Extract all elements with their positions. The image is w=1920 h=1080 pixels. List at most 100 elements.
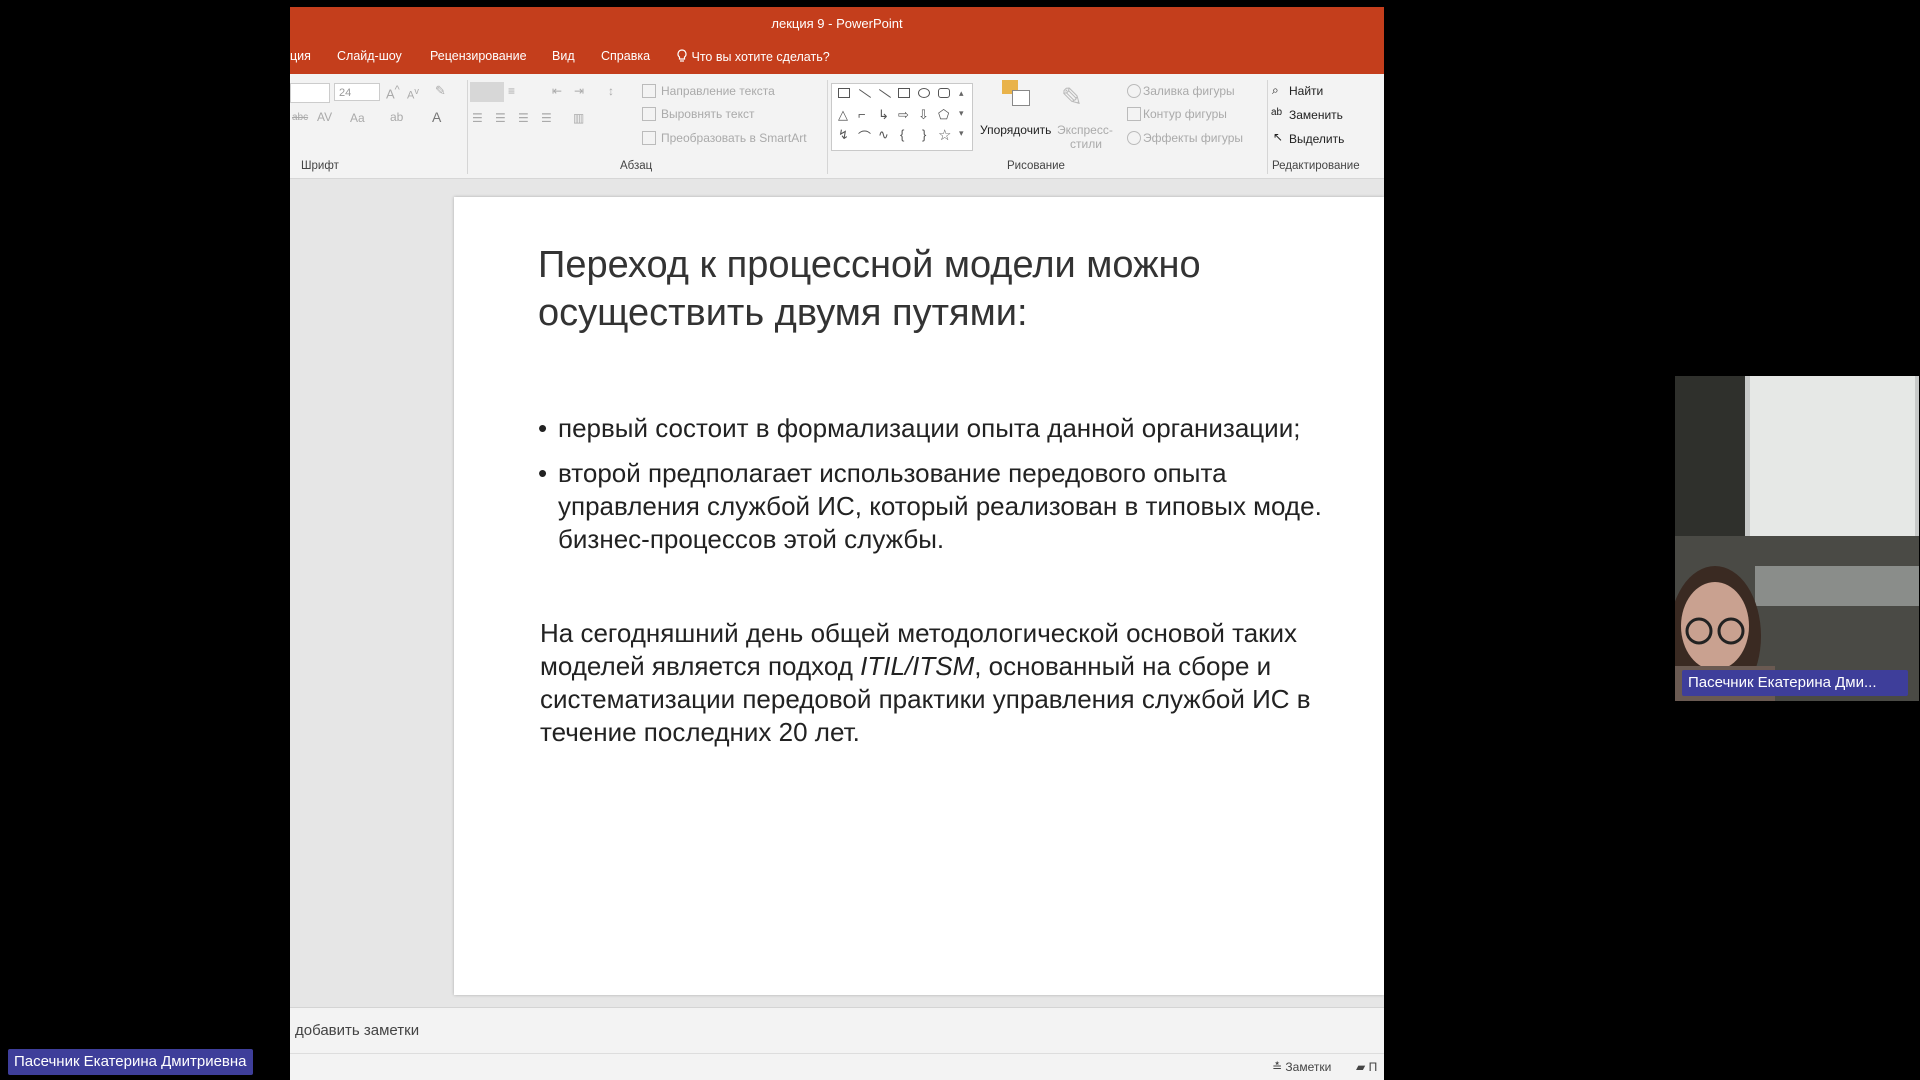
increase-indent-icon[interactable]: ⇥ [574,84,584,98]
arc-shape-icon[interactable]: ⌒ [858,127,871,146]
arrange-button[interactable]: Упорядочить [980,123,1051,137]
slide-title-line: Переход к процессной модели можно [538,244,1201,286]
textbox-shape-icon[interactable] [838,88,850,98]
tell-me-box[interactable]: Что вы хотите сделать? [676,49,830,64]
notes-toggle-button[interactable]: ≛ Заметки [1272,1060,1331,1074]
document-name: лекция 9 [771,16,825,31]
paragraph-line: моделей является подход ITIL/ITSM, основ… [540,651,1272,681]
justify-icon[interactable]: ☰ [541,111,552,125]
status-bar: ≛ Заметки ▰ П [290,1053,1384,1080]
replace-button[interactable]: Заменить [1289,108,1343,122]
tab-review[interactable]: Рецензирование [430,49,527,63]
bullet-text: бизнес-процессов этой службы. [558,524,945,554]
change-case-icon[interactable]: Aa [350,111,365,125]
convert-smartart-button[interactable]: Преобразовать в SmartArt [661,131,807,145]
participant-name-label: Пасечник Екатерина Дми... [1682,670,1908,696]
rectangle-shape-icon[interactable] [898,88,910,98]
text-direction-button[interactable]: Направление текста [661,84,775,98]
numbering-icon[interactable]: ≡ [508,84,515,98]
clear-format-icon[interactable]: ✎ [435,83,446,99]
tab-view[interactable]: Вид [552,49,575,63]
curve-shape-icon[interactable]: ∿ [878,127,889,143]
comments-toggle-button[interactable]: ▰ П [1356,1060,1377,1074]
shape-outline-button[interactable]: Контур фигуры [1143,107,1227,121]
notes-toggle-label: Заметки [1285,1060,1332,1074]
columns-icon[interactable]: ▥ [573,111,584,125]
bullets-button[interactable] [470,82,504,102]
align-center-icon[interactable]: ☰ [495,111,506,125]
slide-canvas[interactable]: Переход к процессной модели можно осущес… [454,197,1384,995]
connector-shape-icon[interactable]: ⌐ [858,107,866,122]
search-icon: ⌕ [1272,83,1279,97]
gallery-scroll-up-icon[interactable]: ▴ [959,88,964,99]
line-spacing-icon[interactable]: ↕ [608,84,614,98]
group-label-drawing: Рисование [1007,160,1065,172]
pentagon-shape-icon[interactable]: ⬠ [938,107,949,123]
align-right-icon[interactable]: ☰ [518,111,529,125]
group-label-editing: Редактирование [1272,160,1360,172]
pen-outline-icon [1127,107,1141,121]
tell-me-label: Что вы хотите сделать? [691,50,830,64]
shrink-font-icon[interactable]: Av [407,86,419,102]
gallery-scroll-down-icon[interactable]: ▾ [959,108,964,119]
right-arrow-shape-icon[interactable]: ⇨ [898,107,909,123]
quick-styles-button-line2: стили [1070,137,1102,151]
font-name-box[interactable] [290,83,330,103]
triangle-shape-icon[interactable]: △ [838,107,848,123]
paragraph-line: На сегодняшний день общей методологическ… [540,618,1298,648]
font-size-box[interactable]: 24 [334,83,380,101]
notes-pane[interactable]: добавить заметки [290,1007,1384,1054]
shapes-gallery[interactable]: △ ⌐ ↳ ⇨ ⇩ ⬠ ↯ ⌒ ∿ { } ☆ ▴ ▾ ▾ [831,83,973,151]
font-color-icon[interactable]: A [432,109,441,125]
rounded-rect-shape-icon[interactable] [938,88,950,98]
quick-styles-button[interactable]: Экспресс- [1057,123,1113,137]
video-frame [1675,376,1919,701]
align-text-button[interactable]: Выровнять текст [661,107,754,121]
slide-title-line: осуществить двумя путями: [538,292,1028,334]
quick-styles-icon: ✎ [1061,82,1083,112]
presenter-name-label: Пасечник Екатерина Дмитриевна [8,1049,253,1075]
brace-left-shape-icon[interactable]: { [900,127,904,142]
bullet-text: первый состоит в формализации опыта данн… [558,413,1301,443]
align-left-icon[interactable]: ☰ [472,111,483,125]
shape-fill-button[interactable]: Заливка фигуры [1143,84,1235,98]
cursor-arrow-icon: ↖ [1273,130,1284,144]
itil-itsm-term: ITIL/ITSM [860,651,975,681]
char-spacing-icon[interactable]: AV [317,110,332,124]
tab-help[interactable]: Справка [601,49,650,63]
app-name: PowerPoint [836,16,903,31]
arrange-icon [1002,80,1036,110]
powerpoint-window: лекция 9 - PowerPoint ция Слайд-шоу Реце… [290,7,1384,1080]
window-title: лекция 9 - PowerPoint [290,16,1384,31]
shape-effects-button[interactable]: Эффекты фигуры [1143,131,1243,145]
comment-icon: ▰ [1356,1060,1366,1074]
line-shape-icon[interactable] [858,89,872,98]
title-separator: - [828,16,833,31]
replace-icon: ab [1271,107,1283,118]
star-shape-icon[interactable]: ☆ [938,126,951,144]
elbow-connector-icon[interactable]: ↳ [878,107,889,123]
decrease-indent-icon[interactable]: ⇤ [552,84,562,98]
freeform-shape-icon[interactable]: ↯ [838,127,849,143]
find-button[interactable]: Найти [1289,84,1323,98]
brace-right-shape-icon[interactable]: } [922,127,926,142]
strikethrough-icon[interactable]: abc [292,112,308,123]
gallery-more-icon[interactable]: ▾ [959,128,964,139]
body-paragraph: На сегодняшний день общей методологическ… [540,617,1384,749]
slide-title[interactable]: Переход к процессной модели можно осущес… [538,241,1368,337]
comments-toggle-label: П [1368,1060,1378,1074]
down-arrow-shape-icon[interactable]: ⇩ [918,107,929,123]
arrow-shape-icon[interactable] [878,89,892,98]
smartart-icon [642,131,656,145]
oval-shape-icon[interactable] [918,88,930,98]
grow-font-icon[interactable]: A^ [386,84,400,101]
tab-slideshow[interactable]: Слайд-шоу [337,49,402,63]
ribbon: 24 A^ Av ✎ abc AV Aa ab A Шрифт ≡ ⇤ ⇥ ↕ … [290,74,1384,179]
bullet-dot: • [538,413,548,443]
fill-bucket-icon [1127,84,1141,98]
highlight-icon[interactable]: ab [390,110,403,124]
participant-video[interactable] [1675,376,1919,701]
group-label-font: Шрифт [301,160,339,172]
tab-animation[interactable]: ция [290,49,311,63]
select-button[interactable]: Выделить [1289,132,1344,146]
